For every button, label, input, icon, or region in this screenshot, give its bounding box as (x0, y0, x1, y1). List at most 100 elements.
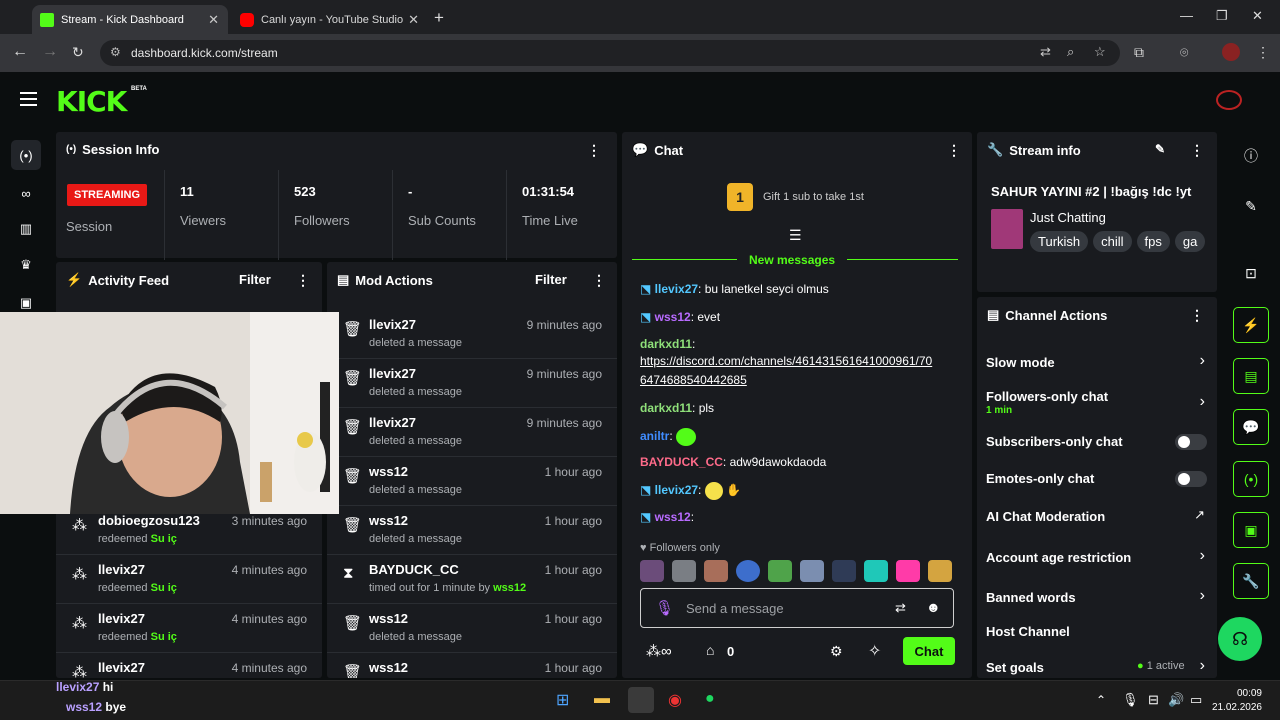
info-icon[interactable]: ⓘ (1233, 138, 1269, 174)
stream-broadcast-icon[interactable]: (•) (11, 140, 41, 170)
category-name[interactable]: Just Chatting (1030, 210, 1106, 225)
chat-link[interactable]: https://discord.com/channels/46143156164… (640, 354, 932, 368)
close-window-icon[interactable]: ✕ (1252, 8, 1263, 24)
spotify-icon[interactable]: ● (705, 690, 715, 708)
screenshot-icon[interactable]: ⌾ (1180, 44, 1188, 61)
close-tab-icon[interactable]: ✕ (208, 12, 219, 28)
activity-menu-icon[interactable]: ⋮ (296, 272, 310, 289)
session-menu-icon[interactable]: ⋮ (587, 142, 601, 159)
tab-youtube-studio[interactable]: Canlı yayın - YouTube Studio ✕ (232, 5, 428, 34)
emoji-icon[interactable]: ☻ (926, 599, 941, 615)
browser-menu-icon[interactable]: ⋮ (1256, 44, 1270, 61)
chevron-right-icon[interactable]: › (1200, 657, 1205, 675)
trophy-icon[interactable]: ♛ (11, 250, 41, 280)
microphone-tray-icon[interactable]: 🎙 (1122, 692, 1139, 708)
subscribers-only-toggle[interactable] (1175, 434, 1207, 450)
kick-logo[interactable]: KICK (56, 85, 127, 118)
points-icon[interactable]: ⁂∞ (646, 642, 672, 660)
tab-kick-dashboard[interactable]: Stream - Kick Dashboard ✕ (32, 5, 228, 34)
bookmark-star-icon[interactable]: ☆ (1094, 44, 1106, 60)
tray-chevron-icon[interactable]: ⌃ (1096, 693, 1106, 707)
chat-input[interactable]: 🎙 Send a message ⇄ ☻ (640, 588, 954, 628)
pin-icon[interactable]: ☰ (789, 227, 802, 244)
link-icon[interactable]: ∞ (11, 178, 41, 208)
puzzle-icon[interactable]: ✧ (868, 641, 881, 661)
broadcast-icon[interactable]: (•) (1233, 461, 1269, 497)
emote-icon[interactable] (704, 560, 728, 582)
chevron-right-icon[interactable]: › (1200, 352, 1205, 370)
tag[interactable]: fps (1136, 231, 1170, 252)
mod-filter-button[interactable]: Filter (535, 272, 567, 287)
maximize-icon[interactable]: ❐ (1216, 8, 1228, 24)
channel-menu-icon[interactable]: ⋮ (1190, 307, 1204, 324)
chevron-right-icon[interactable]: › (1200, 587, 1205, 605)
chevron-right-icon[interactable]: › (1200, 547, 1205, 565)
chevron-right-icon[interactable]: › (1200, 393, 1205, 411)
user-avatar[interactable] (1216, 90, 1242, 110)
new-tab-icon[interactable]: + (434, 8, 444, 28)
chat-link[interactable]: 6474688540442685 (640, 373, 747, 387)
translate-icon[interactable]: ⇄ (1040, 44, 1051, 60)
edit-pencil-icon[interactable]: ✎ (1155, 142, 1165, 156)
battery-icon[interactable]: ▭ (1190, 692, 1202, 708)
activity-filter-button[interactable]: Filter (239, 272, 271, 287)
microphone-icon[interactable]: 🎙 (655, 599, 674, 617)
emote-icon[interactable] (864, 560, 888, 582)
volume-icon[interactable]: 🔊 (1168, 692, 1184, 708)
banned-words-item[interactable]: Banned words (986, 590, 1076, 605)
lightning-icon[interactable]: ⚡ (1233, 307, 1269, 343)
translate-icon[interactable]: ⇄ (895, 600, 906, 616)
support-chat-icon[interactable]: ☊ (1218, 617, 1262, 661)
profile-avatar[interactable] (1222, 43, 1240, 61)
followers-only-item[interactable]: Followers-only chat (986, 389, 1108, 404)
emote-icon[interactable] (768, 560, 792, 582)
emote-icon[interactable] (896, 560, 920, 582)
stream-menu-icon[interactable]: ⋮ (1190, 142, 1204, 159)
chat-send-button[interactable]: Chat (903, 637, 955, 665)
edit-icon[interactable]: ✎ (1233, 188, 1269, 224)
site-info-icon[interactable]: ⚙ (110, 45, 121, 59)
analytics-icon[interactable]: ▥ (11, 214, 41, 244)
back-icon[interactable]: ← (12, 43, 28, 61)
settings-gear-icon[interactable]: ⚙ (830, 643, 843, 660)
emote-icon[interactable] (928, 560, 952, 582)
emotes-only-toggle[interactable] (1175, 471, 1207, 487)
chat-icon[interactable]: 💬 (1233, 409, 1269, 445)
close-tab-icon[interactable]: ✕ (408, 12, 419, 28)
minimize-icon[interactable]: — (1180, 8, 1193, 23)
chrome-icon[interactable] (628, 687, 654, 713)
hamburger-menu-icon[interactable] (20, 92, 37, 106)
camera-scan-icon[interactable]: ⊡ (1233, 255, 1269, 291)
video-icon[interactable]: ▣ (1233, 512, 1269, 548)
file-explorer-icon[interactable]: ▬ (594, 690, 610, 708)
gift-badge-icon[interactable]: 1 (727, 183, 753, 211)
emote-icon[interactable] (672, 560, 696, 582)
emote-icon[interactable] (640, 560, 664, 582)
clock[interactable]: 00:09 21.02.2026 (1210, 687, 1262, 715)
obs-icon[interactable]: ◉ (668, 690, 682, 710)
tag[interactable]: chill (1093, 231, 1132, 252)
ai-moderation-item[interactable]: AI Chat Moderation (986, 509, 1105, 524)
emote-icon[interactable] (736, 560, 760, 582)
mod-menu-icon[interactable]: ⋮ (592, 272, 606, 289)
emote-icon[interactable] (800, 560, 824, 582)
windows-start-icon[interactable]: ⊞ (556, 690, 569, 710)
gift-sub-text[interactable]: Gift 1 sub to take 1st (763, 191, 864, 203)
forward-icon[interactable]: → (42, 43, 58, 61)
zoom-icon[interactable]: ⌕ (1067, 44, 1074, 60)
reload-icon[interactable]: ↻ (72, 44, 84, 61)
url-field[interactable]: ⚙ dashboard.kick.com/stream ⇄ ⌕ ☆ (100, 40, 1120, 66)
store-icon[interactable]: ⌂ (706, 642, 714, 658)
notes-icon[interactable]: ▤ (1233, 358, 1269, 394)
set-goals-item[interactable]: Set goals (986, 660, 1044, 675)
chat-menu-icon[interactable]: ⋮ (947, 142, 961, 159)
network-icon[interactable]: ⊟ (1148, 692, 1159, 708)
tag[interactable]: ga (1174, 231, 1206, 252)
emote-icon[interactable] (832, 560, 856, 582)
extensions-icon[interactable]: ⧉ (1134, 44, 1144, 61)
host-channel-item[interactable]: Host Channel (986, 624, 1070, 639)
slow-mode-item[interactable]: Slow mode (986, 355, 1055, 370)
account-age-item[interactable]: Account age restriction (986, 550, 1131, 565)
external-link-icon[interactable]: ↗ (1194, 507, 1205, 523)
tag[interactable]: Turkish (1030, 231, 1089, 252)
